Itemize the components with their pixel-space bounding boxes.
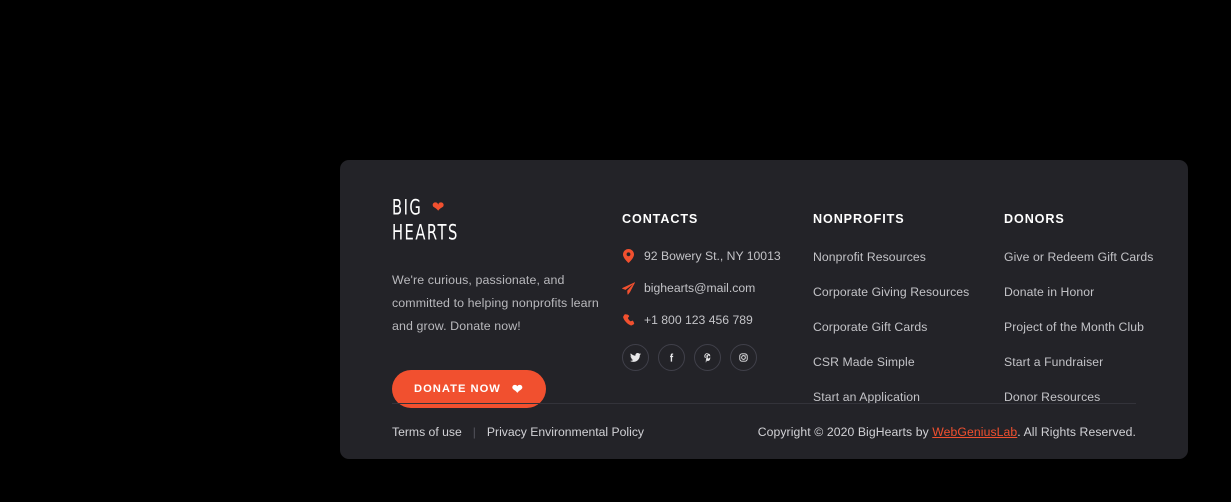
nonprofits-heading: NONPROFITS [813,212,905,226]
footer-column-nonprofits: NONPROFITS Nonprofit Resources Corporate… [813,198,1004,408]
pinterest-icon[interactable] [694,344,721,371]
link-terms-of-use[interactable]: Terms of use [392,425,462,439]
link-donate-in-honor[interactable]: Donate in Honor [1004,285,1094,299]
contacts-heading: CONTACTS [622,212,699,226]
contact-address[interactable]: 92 Bowery St., NY 10013 [622,248,813,264]
list-item: Donate in Honor [1004,283,1195,301]
list-item: CSR Made Simple [813,353,1004,371]
social-links [622,344,813,371]
heart-icon: ❤ [511,381,524,397]
contact-email-text: bighearts@mail.com [644,281,756,295]
list-item: Project of the Month Club [1004,318,1195,336]
contact-phone[interactable]: +1 800 123 456 789 [622,312,813,328]
twitter-icon[interactable] [622,344,649,371]
phone-icon [622,312,635,328]
footer-column-donors: DONORS Give or Redeem Gift Cards Donate … [1004,198,1195,408]
site-footer: BIG ❤ HEARTS We're curious, passionate, … [340,160,1188,459]
link-start-an-application[interactable]: Start an Application [813,390,920,404]
contact-email[interactable]: bighearts@mail.com [622,280,813,296]
logo-text-hearts: HEARTS [392,219,459,246]
logo-text-big: BIG [392,194,423,221]
link-nonprofit-resources[interactable]: Nonprofit Resources [813,250,926,264]
list-item: Corporate Giving Resources [813,283,1004,301]
donors-link-list: Give or Redeem Gift Cards Donate in Hono… [1004,248,1195,406]
footer-column-contacts: CONTACTS 92 Bowery St., NY 10013 bighear… [622,198,813,408]
footer-bottom-bar: Terms of use | Privacy Environmental Pol… [392,404,1136,459]
footer-columns: BIG ❤ HEARTS We're curious, passionate, … [340,160,1188,409]
donate-button-label: DONATE NOW [414,383,501,396]
link-give-or-redeem-gift-cards[interactable]: Give or Redeem Gift Cards [1004,250,1153,264]
contact-address-text: 92 Bowery St., NY 10013 [644,249,781,263]
logo-line-1: BIG ❤ [392,194,622,221]
list-item: Give or Redeem Gift Cards [1004,248,1195,266]
link-csr-made-simple[interactable]: CSR Made Simple [813,355,915,369]
link-corporate-gift-cards[interactable]: Corporate Gift Cards [813,320,927,334]
site-logo[interactable]: BIG ❤ HEARTS [392,194,622,246]
link-donor-resources[interactable]: Donor Resources [1004,390,1100,404]
brand-description: We're curious, passionate, and committed… [392,273,599,333]
legal-separator: | [472,424,476,439]
paper-plane-icon [622,280,635,296]
map-pin-icon [622,248,635,264]
copyright-text: Copyright © 2020 BigHearts by WebGeniusL… [758,425,1136,439]
link-privacy-environmental-policy[interactable]: Privacy Environmental Policy [487,425,644,439]
copyright-prefix: Copyright © 2020 BigHearts by [757,424,933,439]
footer-column-brand: BIG ❤ HEARTS We're curious, passionate, … [392,194,622,409]
link-start-a-fundraiser[interactable]: Start a Fundraiser [1004,355,1103,369]
contact-phone-text: +1 800 123 456 789 [644,313,753,327]
donors-heading: DONORS [1004,212,1065,226]
logo-line-2: HEARTS [392,219,622,246]
instagram-icon[interactable] [730,344,757,371]
link-webgeniuslab[interactable]: WebGeniusLab [932,425,1017,439]
list-item: Start a Fundraiser [1004,353,1195,371]
facebook-icon[interactable] [658,344,685,371]
legal-links: Terms of use | Privacy Environmental Pol… [392,425,644,439]
link-corporate-giving-resources[interactable]: Corporate Giving Resources [813,285,969,299]
nonprofits-link-list: Nonprofit Resources Corporate Giving Res… [813,248,1004,406]
copyright-suffix: . All Rights Reserved. [1017,424,1136,439]
heart-icon: ❤ [431,198,445,216]
page-root: BIG ❤ HEARTS We're curious, passionate, … [0,0,1231,502]
list-item: Corporate Gift Cards [813,318,1004,336]
list-item: Nonprofit Resources [813,248,1004,266]
link-project-of-the-month-club[interactable]: Project of the Month Club [1004,320,1144,334]
